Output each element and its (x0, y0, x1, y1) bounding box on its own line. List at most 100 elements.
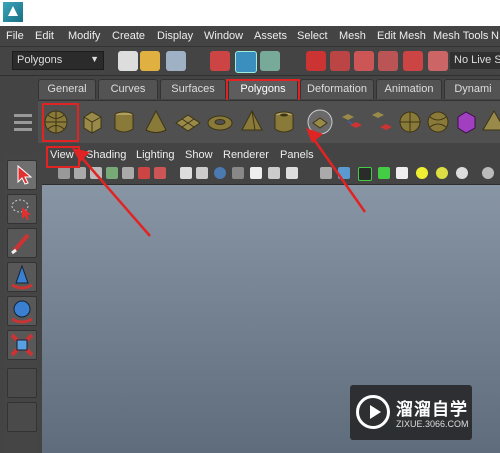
poly-cone-icon[interactable] (142, 109, 170, 135)
panel-menu-panels[interactable]: Panels (280, 149, 314, 161)
use-lights-icon[interactable] (250, 167, 262, 179)
panel-menu-shading[interactable]: Shading (86, 149, 126, 161)
polygons-shelf (38, 100, 500, 143)
select-tool-icon[interactable] (7, 160, 37, 190)
rotate-tool-icon[interactable] (7, 296, 37, 326)
poly-pyramid-icon[interactable] (238, 109, 266, 135)
live-surface-label: No Live Su (454, 54, 500, 66)
snap-curve-icon[interactable] (330, 51, 350, 71)
smooth-icon[interactable] (424, 109, 452, 135)
menu-edit[interactable]: Edit (35, 30, 54, 42)
panel-menu-show[interactable]: Show (185, 149, 213, 161)
camera-attributes-icon[interactable] (74, 167, 86, 179)
menu-set-value: Polygons (17, 54, 63, 66)
select-hierarchy-icon[interactable] (210, 51, 230, 71)
menu-file[interactable]: File (6, 30, 24, 42)
image-plane-icon[interactable] (106, 167, 118, 179)
xray-active-components-icon[interactable] (378, 167, 390, 179)
status-line: Polygons ▼ No Live Su (0, 47, 500, 76)
separate-icon[interactable] (368, 109, 396, 135)
screen-space-ao-icon[interactable] (286, 167, 298, 179)
lasso-tool-icon[interactable] (7, 194, 37, 224)
paint-select-tool-icon[interactable] (7, 228, 37, 258)
view-menu-highlight (46, 146, 80, 168)
title-bar (0, 0, 500, 26)
shelf-options-handle[interactable] (12, 110, 34, 140)
extract-icon[interactable] (396, 109, 424, 135)
panel-menubar: View Shading Lighting Show Renderer Pane… (42, 146, 500, 164)
smooth-shade-icon[interactable] (196, 167, 208, 179)
toolbox (4, 154, 38, 453)
snap-point-icon[interactable] (354, 51, 374, 71)
play-logo-icon (356, 395, 390, 429)
select-object-icon[interactable] (235, 51, 257, 73)
select-camera-icon[interactable] (58, 167, 70, 179)
textured-icon[interactable] (232, 167, 244, 179)
main-menubar: File Edit Modify Create Display Window A… (0, 26, 500, 47)
make-live-icon[interactable] (428, 51, 448, 71)
last-tool-slot[interactable] (7, 368, 37, 398)
poly-pipe-icon[interactable] (270, 109, 298, 135)
gamma-icon[interactable] (482, 167, 494, 179)
snap-surface-icon[interactable] (403, 51, 423, 71)
site-watermark: 溜溜自学 ZIXUE.3066.COM (350, 385, 472, 440)
empty-tool-slot[interactable] (7, 402, 37, 432)
menu-select[interactable]: Select (297, 30, 328, 42)
move-tool-icon[interactable] (7, 262, 37, 292)
new-scene-icon[interactable] (118, 51, 138, 71)
two-d-pan-icon[interactable] (122, 167, 134, 179)
poly-plane-icon[interactable] (174, 109, 202, 135)
combine-icon[interactable] (338, 109, 366, 135)
shadows-icon[interactable] (268, 167, 280, 179)
select-component-icon[interactable] (260, 51, 280, 71)
scale-tool-icon[interactable] (7, 330, 37, 360)
watermark-title: 溜溜自学 (396, 400, 468, 419)
maya-app-icon (3, 2, 23, 22)
menu-window[interactable]: Window (204, 30, 243, 42)
poly-cylinder-icon[interactable] (110, 109, 138, 135)
poly-cube-icon[interactable] (78, 109, 106, 135)
poly-sphere-highlight (42, 103, 79, 142)
poly-platonic-icon[interactable] (306, 109, 334, 135)
menu-mesh-tools[interactable]: Mesh Tools (433, 30, 488, 42)
poly-torus-icon[interactable] (206, 109, 234, 135)
live-surface-field[interactable]: No Live Su (450, 52, 500, 69)
tab-animation[interactable]: Animation (376, 79, 442, 99)
watermark-subtitle: ZIXUE.3066.COM (396, 419, 469, 429)
panel-toolbar (42, 164, 500, 185)
snap-view-icon[interactable] (378, 51, 398, 71)
menu-set-select[interactable]: Polygons ▼ (12, 51, 104, 70)
depth-of-field-icon[interactable] (456, 167, 468, 179)
mirror-icon[interactable] (480, 109, 500, 135)
menu-more[interactable]: N (491, 30, 499, 42)
xray-joints-icon[interactable] (358, 167, 372, 181)
menu-display[interactable]: Display (157, 30, 193, 42)
checker-icon[interactable] (396, 167, 408, 179)
menu-modify[interactable]: Modify (68, 30, 100, 42)
panel-menu-lighting[interactable]: Lighting (136, 149, 175, 161)
boolean-icon[interactable] (452, 109, 480, 135)
menu-edit-mesh[interactable]: Edit Mesh (377, 30, 426, 42)
snap-grid-icon[interactable] (306, 51, 326, 71)
tab-general[interactable]: General (38, 79, 96, 99)
menu-assets[interactable]: Assets (254, 30, 287, 42)
menu-mesh[interactable]: Mesh (339, 30, 366, 42)
xray-icon[interactable] (338, 167, 350, 179)
save-scene-icon[interactable] (166, 51, 186, 71)
tab-surfaces[interactable]: Surfaces (160, 79, 226, 99)
default-material-icon[interactable] (214, 167, 226, 179)
panel-menu-renderer[interactable]: Renderer (223, 149, 269, 161)
open-scene-icon[interactable] (140, 51, 160, 71)
bookmarks-icon[interactable] (90, 167, 102, 179)
wireframe-icon[interactable] (180, 167, 192, 179)
grid-toggle-icon[interactable] (154, 167, 166, 179)
motion-blur-icon[interactable] (416, 167, 428, 179)
isolate-select-icon[interactable] (320, 167, 332, 179)
grease-pencil-icon[interactable] (138, 167, 150, 179)
menu-create[interactable]: Create (112, 30, 145, 42)
multisample-icon[interactable] (436, 167, 448, 179)
chevron-down-icon: ▼ (90, 54, 99, 64)
tab-deformation[interactable]: Deformation (300, 79, 374, 99)
tab-curves[interactable]: Curves (98, 79, 158, 99)
tab-dynamics[interactable]: Dynami (444, 79, 500, 99)
